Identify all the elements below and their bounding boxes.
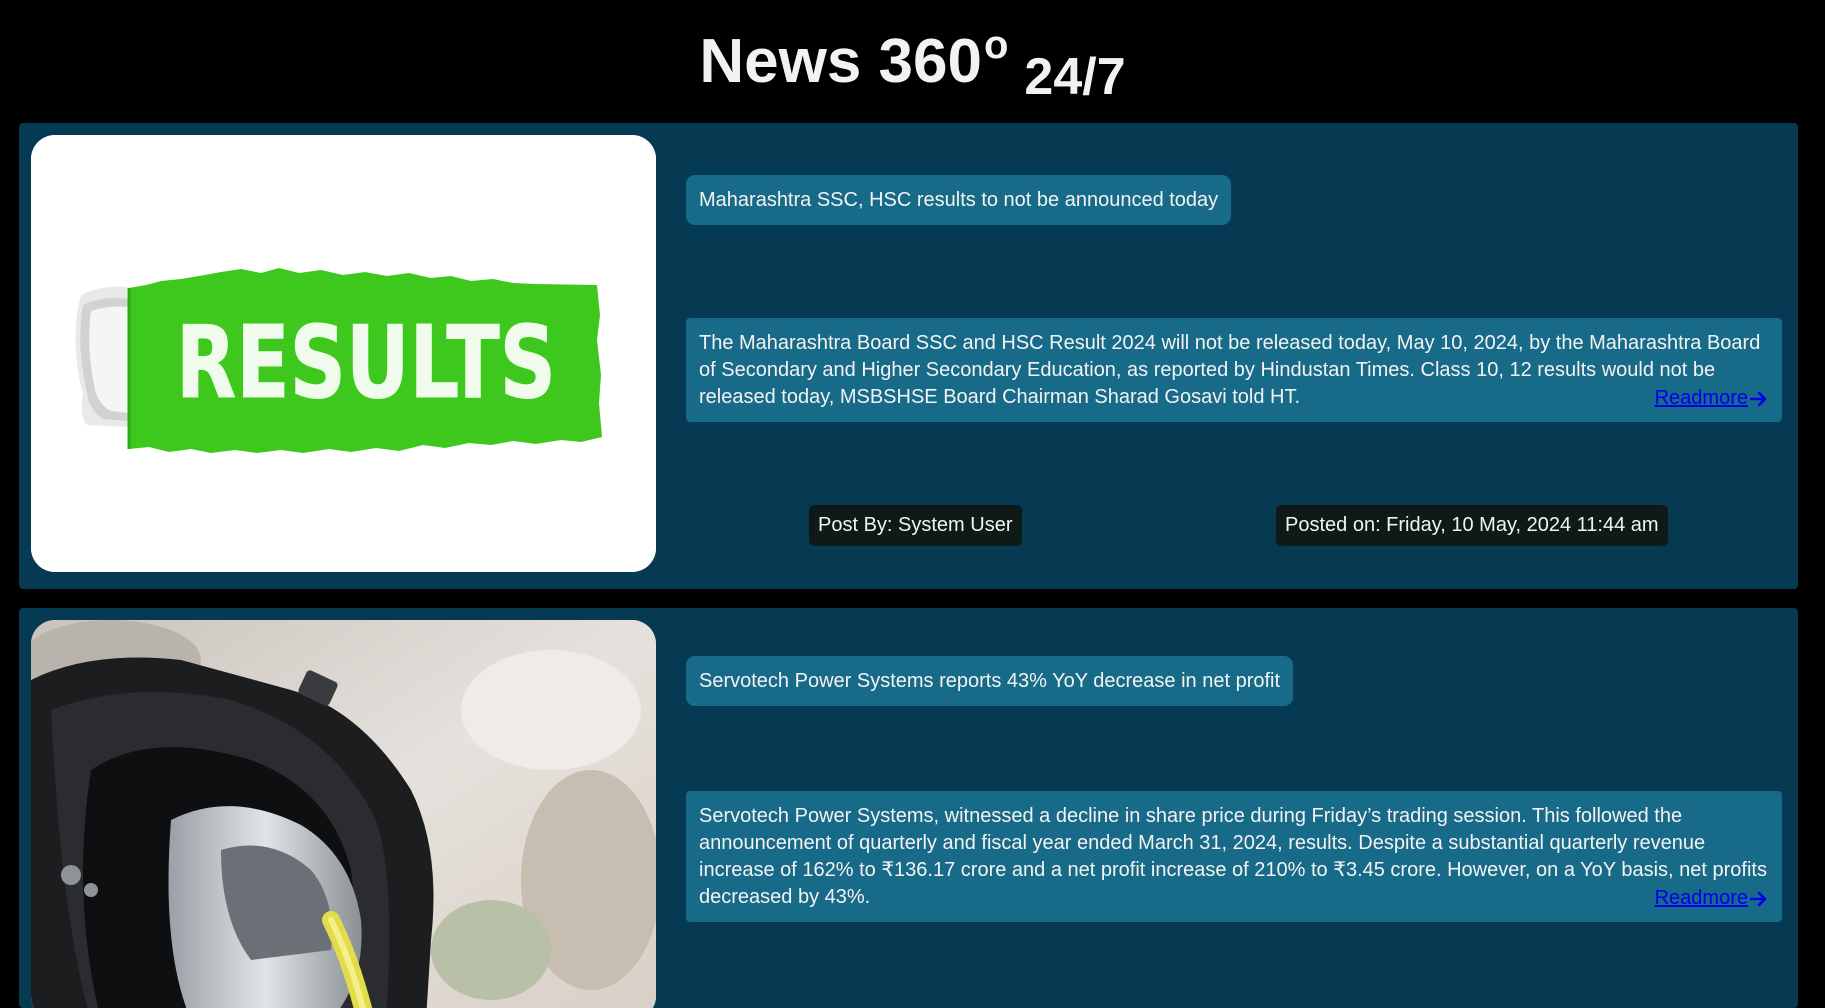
arrow-right-icon [1750,891,1767,906]
article-headline[interactable]: Servotech Power Systems reports 43% YoY … [686,656,1294,706]
site-logo-title[interactable]: News 360 o 24/7 [699,22,1125,106]
image-results-text: RESULTS [176,304,556,421]
article-summary: The Maharashtra Board SSC and HSC Result… [686,318,1782,422]
site-header: News 360 o 24/7 [0,0,1825,122]
brand-name: News 360 [699,26,982,96]
article-summary-text: Servotech Power Systems, witnessed a dec… [699,805,1767,908]
article-summary-text: The Maharashtra Board SSC and HSC Result… [699,332,1761,408]
post-author: Post By: System User [809,505,1022,546]
readmore-label: Readmore [1654,387,1748,409]
readmore-link[interactable]: Readmore [1655,885,1768,912]
results-torn-paper-image: RESULTS [31,135,656,572]
readmore-link[interactable]: Readmore [1655,385,1768,412]
news-card: Servotech Power Systems reports 43% YoY … [19,608,1798,1008]
article-summary: Servotech Power Systems, witnessed a dec… [686,791,1782,922]
readmore-label: Readmore [1654,887,1748,909]
brand-tagline: 24/7 [1024,47,1126,106]
post-date: Posted on: Friday, 10 May, 2024 11:44 am [1276,505,1668,546]
article-headline[interactable]: Maharashtra SSC, HSC results to not be a… [686,175,1232,225]
news-card: RESULTS Maharashtra SSC, HSC results to … [19,123,1798,589]
arrow-right-icon [1750,391,1767,406]
article-image[interactable]: RESULTS [31,135,656,572]
brand-degree-sign: o [983,22,1009,67]
ev-charger-plug-image [31,620,656,1008]
article-image[interactable] [31,620,656,1008]
